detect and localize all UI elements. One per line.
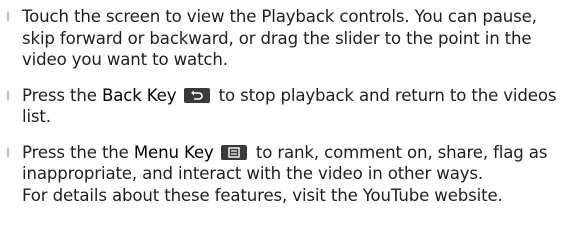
list-item: Touch the screen to view the Playback co… [0,6,568,71]
item-note: For details about these features, visit … [22,185,503,205]
item-text: Touch the screen to view the Playback co… [22,7,537,69]
back-key-icon [183,87,210,103]
bullet-marker [7,147,9,157]
instruction-list: Touch the screen to view the Playback co… [0,6,568,206]
list-item: Press the Back Key to stop playback and … [0,85,568,128]
bullet-marker [7,90,9,100]
menu-key-icon [220,144,247,160]
back-key-label: Back Key [101,85,177,105]
menu-key-label: Menu Key [133,142,214,162]
item-text-before: Press the [22,85,102,105]
item-text-before: Press the the [22,142,134,162]
list-item: Press the the Menu Key to rank, comment … [0,142,568,207]
bullet-marker [7,12,9,21]
